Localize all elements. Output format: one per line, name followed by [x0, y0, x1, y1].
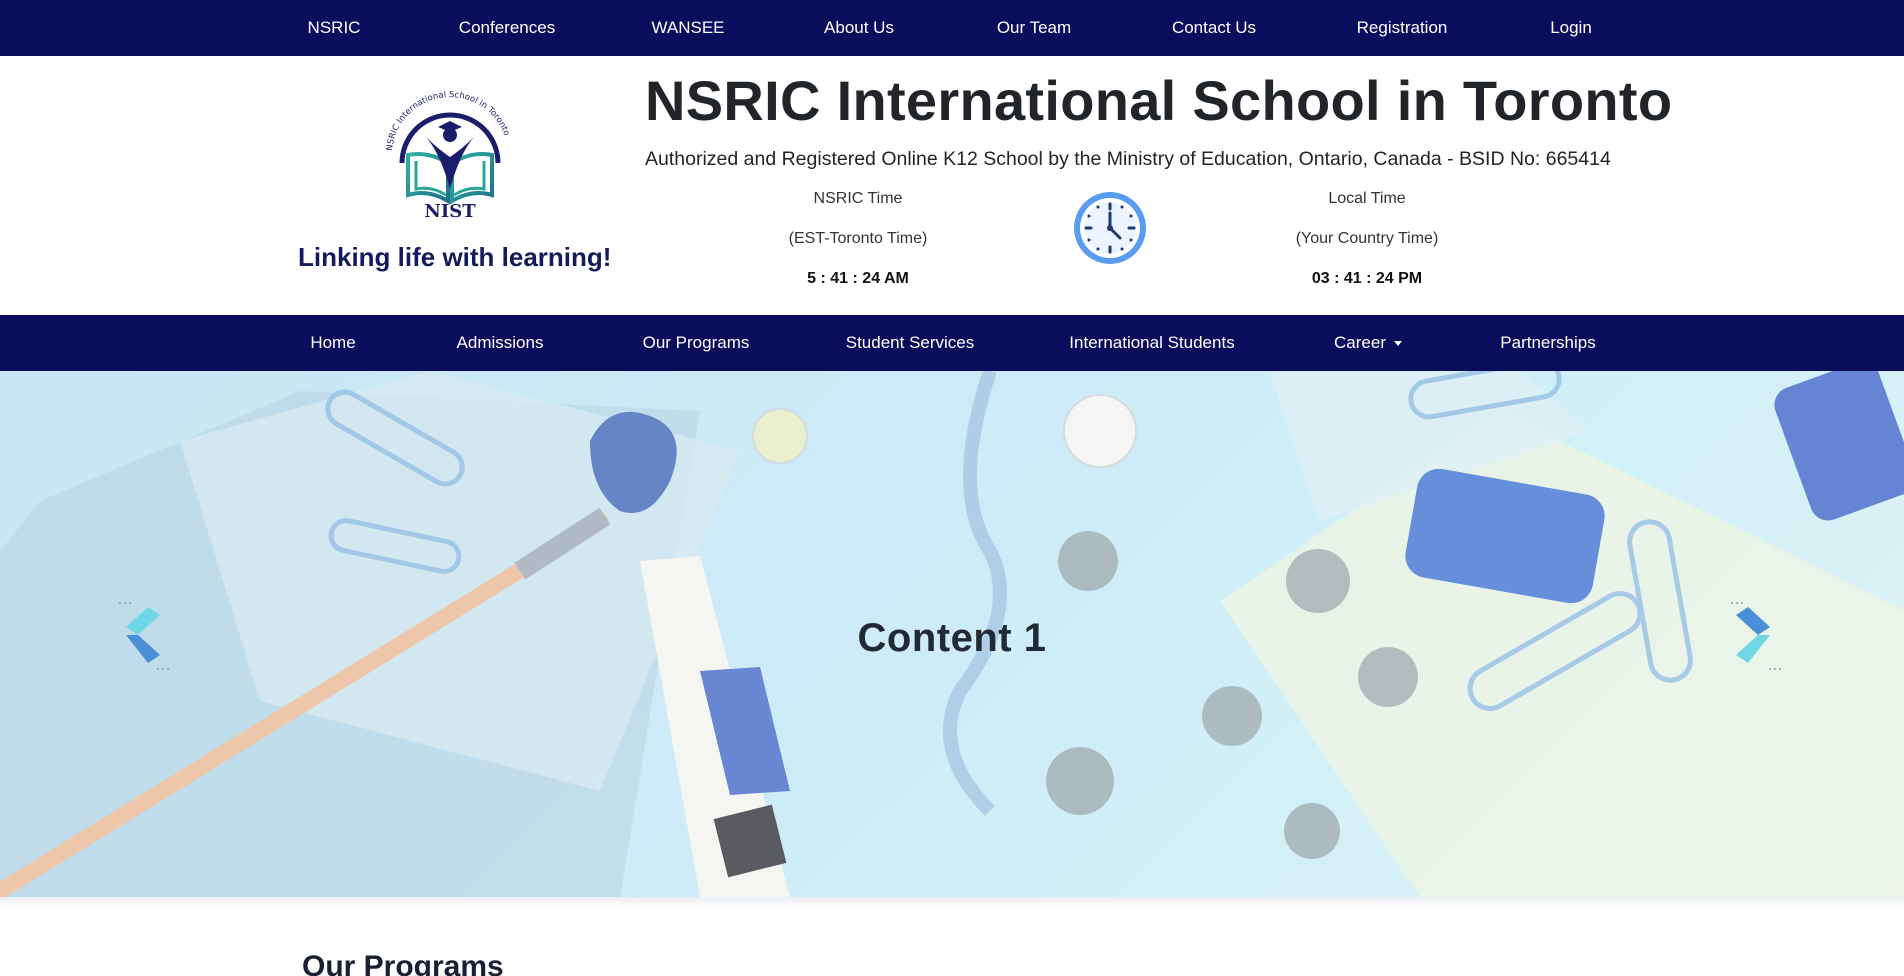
carousel-prev-button[interactable] — [118, 601, 178, 671]
nsric-time-label: NSRIC Time — [813, 190, 903, 207]
logo-abbr: NIST — [424, 201, 476, 221]
chevron-right-icon — [1731, 602, 1781, 670]
tagline: Linking life with learning! — [298, 242, 612, 272]
local-time-label: Local Time — [1328, 190, 1406, 207]
chevron-left-icon — [119, 602, 169, 670]
hero-slide-title: Content 1 — [857, 616, 1047, 660]
top-nav-conferences[interactable]: Conferences — [459, 18, 555, 38]
programs-heading: Our Programs — [302, 950, 504, 976]
clock-icon — [1072, 190, 1148, 266]
top-nav-contact-us[interactable]: Contact Us — [1172, 18, 1256, 38]
nsric-time-zone: (EST-Toronto Time) — [788, 230, 928, 247]
main-nav-career-dropdown[interactable]: Career — [1334, 333, 1402, 353]
local-time-value: 03 : 41 : 24 PM — [1311, 270, 1423, 287]
hero-divider — [0, 897, 1904, 907]
main-nav-international-students[interactable]: International Students — [1069, 333, 1234, 353]
school-title: NSRIC International School in Toronto — [645, 69, 1673, 132]
logo-graphic: NSRIC International School in Toronto NI… — [385, 90, 511, 222]
site-header: NSRIC International School in Toronto NI… — [0, 56, 1904, 315]
hero-carousel: Content 1 — [0, 371, 1904, 897]
school-logo[interactable]: NSRIC International School in Toronto NI… — [380, 90, 520, 222]
main-nav-student-services[interactable]: Student Services — [846, 333, 975, 353]
main-nav: Home Admissions Our Programs Student Ser… — [0, 315, 1904, 371]
main-nav-our-programs[interactable]: Our Programs — [643, 333, 750, 353]
main-nav-admissions[interactable]: Admissions — [457, 333, 544, 353]
top-nav-login[interactable]: Login — [1550, 18, 1592, 38]
caret-down-icon — [1393, 341, 1402, 347]
school-subtitle: Authorized and Registered Online K12 Sch… — [645, 148, 1611, 170]
top-nav-our-team[interactable]: Our Team — [997, 18, 1071, 38]
nsric-time-value: 5 : 41 : 24 AM — [807, 270, 909, 287]
top-nav-nsric[interactable]: NSRIC — [308, 18, 361, 38]
main-nav-career-label: Career — [1334, 333, 1386, 352]
top-nav-registration[interactable]: Registration — [1357, 18, 1448, 38]
local-time-zone: (Your Country Time) — [1295, 230, 1439, 247]
carousel-next-button[interactable] — [1730, 601, 1790, 671]
top-nav-about-us[interactable]: About Us — [824, 18, 894, 38]
main-nav-home[interactable]: Home — [310, 333, 355, 353]
top-nav: NSRIC Conferences WANSEE About Us Our Te… — [0, 0, 1904, 56]
main-nav-partnerships[interactable]: Partnerships — [1500, 333, 1595, 353]
top-nav-wansee[interactable]: WANSEE — [651, 18, 724, 38]
